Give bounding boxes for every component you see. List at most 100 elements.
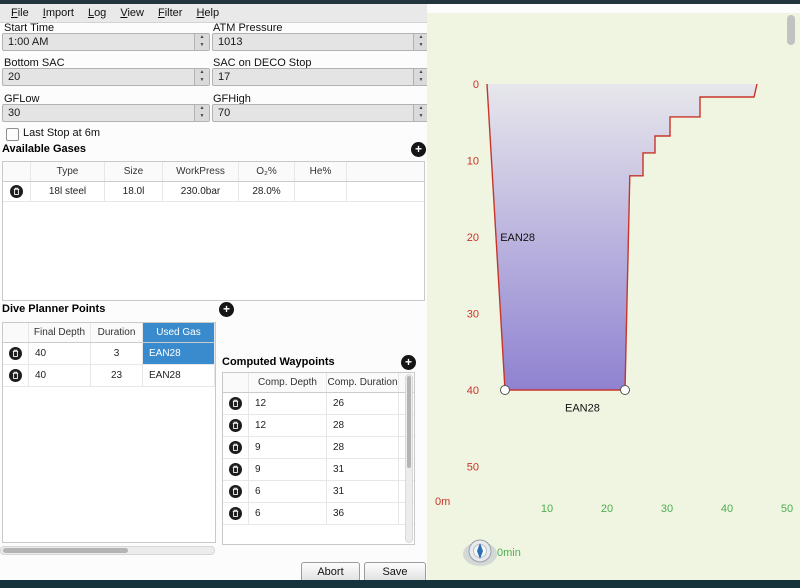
- planner-duration[interactable]: 3: [91, 343, 143, 364]
- waypoint-depth[interactable]: 6: [249, 503, 327, 524]
- planner-row[interactable]: 40 23 EAN28: [3, 365, 215, 387]
- trash-icon[interactable]: [10, 185, 23, 198]
- spin-down-icon[interactable]: ▼: [414, 42, 428, 50]
- last-stop-checkbox[interactable]: [6, 128, 19, 141]
- gas-o2[interactable]: 28.0%: [239, 182, 295, 201]
- scrollbar-thumb[interactable]: [407, 376, 411, 468]
- gas-col-he[interactable]: He%: [295, 162, 347, 181]
- waypoint-depth[interactable]: 12: [249, 415, 327, 436]
- menu-help[interactable]: Help: [189, 6, 226, 20]
- spin-up-icon[interactable]: ▲: [195, 105, 209, 113]
- waypoint-duration[interactable]: 26: [327, 393, 399, 414]
- gas-type[interactable]: 18l steel: [31, 182, 105, 201]
- deco-sac-field[interactable]: 17 ▲▼: [212, 68, 429, 86]
- waypoint-duration[interactable]: 36: [327, 503, 399, 524]
- add-gas-button[interactable]: +: [411, 142, 426, 157]
- menu-log[interactable]: Log: [81, 6, 113, 20]
- spin-up-icon[interactable]: ▲: [195, 69, 209, 77]
- spin-up-icon[interactable]: ▲: [414, 69, 428, 77]
- gas-workpress[interactable]: 230.0bar: [163, 182, 239, 201]
- planner-depth[interactable]: 40: [29, 343, 91, 364]
- start-time-spinner[interactable]: ▲▼: [194, 34, 209, 50]
- waypoint-row[interactable]: 9 31: [223, 459, 414, 481]
- waypoint-row[interactable]: 12 28: [223, 415, 414, 437]
- waypoint-row[interactable]: 6 36: [223, 503, 414, 525]
- scrollbar-thumb[interactable]: [3, 548, 128, 553]
- gfhigh-spinner[interactable]: ▲▼: [413, 105, 428, 121]
- gflow-spinner[interactable]: ▲▼: [194, 105, 209, 121]
- waypoint-row[interactable]: 6 31: [223, 481, 414, 503]
- menu-filter[interactable]: Filter: [151, 6, 189, 20]
- spin-up-icon[interactable]: ▲: [414, 105, 428, 113]
- planner-point-handle[interactable]: [501, 386, 510, 395]
- planner-gas[interactable]: EAN28: [143, 343, 215, 364]
- start-time-field[interactable]: 1:00 AM ▲▼: [2, 33, 210, 51]
- gas-col-o2[interactable]: O₂%: [239, 162, 295, 181]
- bottom-sac-spinner[interactable]: ▲▼: [194, 69, 209, 85]
- waypoint-depth[interactable]: 9: [249, 459, 327, 480]
- trash-icon[interactable]: [9, 347, 22, 360]
- planner-gas[interactable]: EAN28: [143, 365, 215, 386]
- available-gases-title: Available Gases: [2, 143, 86, 155]
- atm-pressure-field[interactable]: 1013 ▲▼: [212, 33, 429, 51]
- gfhigh-field[interactable]: 70 ▲▼: [212, 104, 429, 122]
- spin-down-icon[interactable]: ▼: [195, 42, 209, 50]
- gas-col-type[interactable]: Type: [31, 162, 105, 181]
- deco-sac-spinner[interactable]: ▲▼: [413, 69, 428, 85]
- time-ruler-icon[interactable]: [463, 540, 497, 566]
- gas-he[interactable]: [295, 182, 347, 201]
- waypoint-depth[interactable]: 9: [249, 437, 327, 458]
- gas-col-size[interactable]: Size: [105, 162, 163, 181]
- atm-pressure-spinner[interactable]: ▲▼: [413, 34, 428, 50]
- planner-col-duration[interactable]: Duration: [91, 323, 143, 342]
- waypoint-duration[interactable]: 31: [327, 459, 399, 480]
- add-planner-point-button[interactable]: +: [219, 302, 234, 317]
- spin-up-icon[interactable]: ▲: [195, 34, 209, 42]
- gfhigh-value: 70: [218, 106, 230, 120]
- spin-down-icon[interactable]: ▼: [195, 77, 209, 85]
- gas-col-workpress[interactable]: WorkPress: [163, 162, 239, 181]
- planner-row[interactable]: 40 3 EAN28: [3, 343, 215, 365]
- planner-col-depth[interactable]: Final Depth: [29, 323, 91, 342]
- trash-icon[interactable]: [229, 419, 242, 432]
- waypoint-depth[interactable]: 6: [249, 481, 327, 502]
- trash-icon[interactable]: [229, 441, 242, 454]
- waypoint-col-depth[interactable]: Comp. Depth: [249, 373, 327, 392]
- waypoint-depth[interactable]: 12: [249, 393, 327, 414]
- waypoint-duration[interactable]: 28: [327, 415, 399, 436]
- trash-icon[interactable]: [9, 369, 22, 382]
- planner-duration[interactable]: 23: [91, 365, 143, 386]
- spin-down-icon[interactable]: ▼: [195, 113, 209, 121]
- waypoint-row[interactable]: 12 26: [223, 393, 414, 415]
- start-time-value: 1:00 AM: [8, 35, 48, 49]
- planner-depth[interactable]: 40: [29, 365, 91, 386]
- dive-planner-window: File Import Log View Filter Help Start T…: [0, 0, 800, 588]
- trash-icon[interactable]: [229, 463, 242, 476]
- waypoint-duration[interactable]: 31: [327, 481, 399, 502]
- trash-icon[interactable]: [229, 397, 242, 410]
- spin-down-icon[interactable]: ▼: [414, 77, 428, 85]
- waypoint-col-duration[interactable]: Comp. Duration: [327, 373, 399, 392]
- available-gases-table: Type Size WorkPress O₂% He% 18l steel 18…: [2, 161, 425, 301]
- gas-table-row[interactable]: 18l steel 18.0l 230.0bar 28.0%: [3, 182, 424, 202]
- planner-point-handle[interactable]: [621, 386, 630, 395]
- trash-icon[interactable]: [229, 485, 242, 498]
- menu-view[interactable]: View: [113, 6, 151, 20]
- add-waypoint-button[interactable]: +: [401, 355, 416, 370]
- trash-icon[interactable]: [229, 507, 242, 520]
- gflow-field[interactable]: 30 ▲▼: [2, 104, 210, 122]
- waypoint-row[interactable]: 9 28: [223, 437, 414, 459]
- planner-table-header: Final Depth Duration Used Gas: [3, 323, 215, 343]
- waypoints-vertical-scrollbar[interactable]: [405, 374, 413, 543]
- planner-col-gas[interactable]: Used Gas: [143, 323, 215, 342]
- menu-file[interactable]: File: [4, 6, 36, 20]
- gas-size[interactable]: 18.0l: [105, 182, 163, 201]
- menu-import[interactable]: Import: [36, 6, 81, 20]
- waypoint-duration[interactable]: 28: [327, 437, 399, 458]
- bottom-sac-field[interactable]: 20 ▲▼: [2, 68, 210, 86]
- dive-profile-panel: 0m 0min 010203040501020304050EAN28EAN28: [427, 13, 800, 580]
- planner-horizontal-scrollbar[interactable]: [0, 546, 215, 555]
- spin-down-icon[interactable]: ▼: [414, 113, 428, 121]
- spin-up-icon[interactable]: ▲: [414, 34, 428, 42]
- chart-mini-scrollbar[interactable]: [787, 15, 795, 45]
